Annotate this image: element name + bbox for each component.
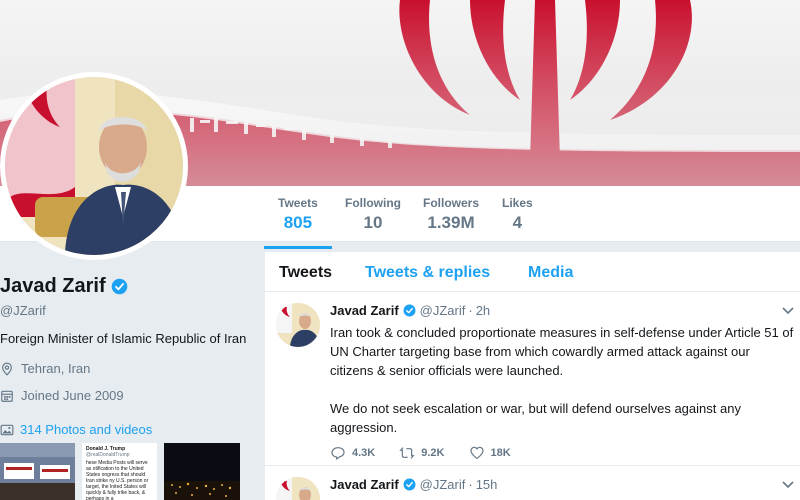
tweet-separator: · xyxy=(468,477,473,492)
tweet-avatar[interactable] xyxy=(276,303,320,347)
tweet-timestamp[interactable]: 2h xyxy=(476,303,490,318)
photos-videos-link[interactable]: 314 Photos and videos xyxy=(0,422,152,437)
tweet-author-handle[interactable]: @JZarif xyxy=(420,303,466,318)
stat-tweets[interactable]: Tweets 805 xyxy=(264,196,332,249)
verified-badge-icon xyxy=(403,304,416,317)
stat-likes-label: Likes xyxy=(502,196,533,210)
timeline: Tweets Tweets & replies Media Javad Zari… xyxy=(265,252,800,500)
stat-tweets-label: Tweets xyxy=(278,196,318,210)
stat-tweets-value: 805 xyxy=(283,213,313,232)
stat-following-value: 10 xyxy=(363,213,383,232)
profile-joined-text: Joined June 2009 xyxy=(21,388,124,403)
tweet-separator: · xyxy=(468,303,473,318)
stat-following-label: Following xyxy=(345,196,401,210)
tweet-text: Iran took & concluded proportionate meas… xyxy=(330,325,794,435)
stat-followers-value: 1.39M xyxy=(427,213,475,232)
tweet-actions: 4.3K 9.2K 18K xyxy=(330,445,535,461)
retweet-count: 9.2K xyxy=(421,447,445,459)
chevron-down-icon[interactable] xyxy=(782,481,794,489)
tweet-screenshot: Donald J. Trump @realDonaldTrump hese Me… xyxy=(82,443,157,500)
media-thumb-3[interactable] xyxy=(164,443,240,500)
tweet-header: Javad Zarif @JZarif · 2h xyxy=(330,303,490,318)
media-thumb-1[interactable] xyxy=(0,443,75,500)
stat-likes-value: 4 xyxy=(512,213,523,232)
tab-tweets-replies[interactable]: Tweets & replies xyxy=(365,264,490,282)
tweet-avatar-photo xyxy=(276,303,320,347)
profile-handle: @JZarif xyxy=(0,303,46,318)
tweet-avatar[interactable] xyxy=(276,477,320,500)
calendar-icon xyxy=(1,390,13,402)
tweet-author-name[interactable]: Javad Zarif xyxy=(330,303,399,318)
thumb-tweet-text: hese Media Posts will serve as otificati… xyxy=(86,460,149,500)
stat-following[interactable]: Following 10 xyxy=(345,196,401,233)
profile-name[interactable]: Javad Zarif xyxy=(0,275,106,298)
tweet-avatar-photo xyxy=(276,477,320,500)
profile-location: Tehran, Iran xyxy=(0,361,90,376)
reply-count: 4.3K xyxy=(352,447,376,459)
media-thumb-2[interactable]: Donald J. Trump @realDonaldTrump hese Me… xyxy=(82,443,157,500)
tweet-header: Javad Zarif @JZarif · 15h xyxy=(330,477,497,492)
reply-button[interactable]: 4.3K xyxy=(330,445,375,461)
night-city-photo xyxy=(164,443,240,500)
profile-photo xyxy=(5,77,183,255)
tweet-item[interactable]: Javad Zarif @JZarif · 2h Iran took & con… xyxy=(265,293,800,466)
stat-followers[interactable]: Followers 1.39M xyxy=(423,196,479,233)
stat-likes[interactable]: Likes 4 xyxy=(502,196,533,233)
photos-videos-label: 314 Photos and videos xyxy=(20,422,153,437)
thumb-author-handle: @realDonaldTrump xyxy=(86,452,130,458)
location-pin-icon xyxy=(2,362,12,376)
profile-name-row: Javad Zarif xyxy=(0,275,128,298)
tweet-author-name[interactable]: Javad Zarif xyxy=(330,477,399,492)
reply-icon xyxy=(331,447,345,460)
profile-bio: Foreign Minister of Islamic Republic of … xyxy=(0,331,247,346)
profile-joined: Joined June 2009 xyxy=(0,388,124,403)
retweet-button[interactable]: 9.2K xyxy=(399,445,445,461)
like-button[interactable]: 18K xyxy=(469,445,511,461)
heart-icon xyxy=(469,446,484,459)
photo-icon xyxy=(0,424,14,435)
profile-page: Tweets 805 Following 10 Followers 1.39M … xyxy=(0,0,800,500)
media-thumbnails: Donald J. Trump @realDonaldTrump hese Me… xyxy=(0,443,260,500)
tab-tweets[interactable]: Tweets xyxy=(279,264,332,282)
retweet-icon xyxy=(399,447,415,459)
timeline-tabs: Tweets Tweets & replies Media xyxy=(265,252,800,292)
tweet-timestamp[interactable]: 15h xyxy=(476,477,498,492)
tweet-item[interactable]: Javad Zarif @JZarif · 15h xyxy=(265,467,800,500)
tab-media[interactable]: Media xyxy=(528,264,573,282)
protest-photo xyxy=(0,443,75,500)
stat-followers-label: Followers xyxy=(423,196,480,210)
tweet-author-handle[interactable]: @JZarif xyxy=(420,477,466,492)
verified-badge-icon xyxy=(111,278,127,295)
like-count: 18K xyxy=(490,447,511,459)
verified-badge-icon xyxy=(403,478,416,491)
profile-avatar[interactable] xyxy=(0,72,188,260)
profile-location-text: Tehran, Iran xyxy=(21,361,91,376)
chevron-down-icon[interactable] xyxy=(782,307,794,315)
